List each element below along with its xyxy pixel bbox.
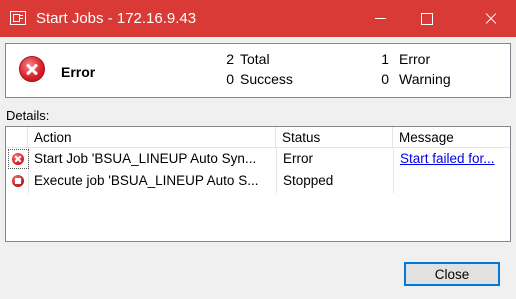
- success-label: Success: [240, 71, 293, 87]
- close-window-button[interactable]: [466, 0, 516, 37]
- window-title: Start Jobs - 172.16.9.43: [36, 10, 197, 27]
- warning-count: 0: [381, 71, 389, 87]
- close-button[interactable]: Close: [404, 262, 500, 286]
- total-count: 2: [226, 51, 234, 67]
- warning-label: Warning: [399, 71, 451, 87]
- error-label: Error: [399, 51, 431, 67]
- overall-status: Error: [61, 64, 96, 80]
- action-cell: Execute job 'BSUA_LINEUP Auto S...: [34, 173, 259, 188]
- start-jobs-dialog: Start Jobs - 172.16.9.43 Error 2 Total 0…: [0, 0, 516, 299]
- column-header-status[interactable]: Status: [276, 127, 393, 148]
- table-row[interactable]: Execute job 'BSUA_LINEUP Auto S... Stopp…: [6, 170, 510, 192]
- column-header-action[interactable]: Action: [28, 127, 276, 148]
- table-row[interactable]: Start Job 'BSUA_LINEUP Auto Syn... Error…: [6, 148, 510, 170]
- details-label: Details:: [6, 108, 50, 123]
- status-cell: Stopped: [283, 173, 334, 188]
- title-bar[interactable]: Start Jobs - 172.16.9.43: [0, 0, 516, 37]
- message-cell: [400, 170, 508, 192]
- message-link[interactable]: Start failed for...: [400, 151, 495, 166]
- stopped-icon: [12, 175, 24, 187]
- action-cell: Start Job 'BSUA_LINEUP Auto Syn...: [34, 151, 257, 166]
- total-label: Total: [240, 51, 270, 67]
- summary-panel: Error 2 Total 0 Success 1 Error 0 Warnin…: [5, 43, 511, 98]
- success-count: 0: [226, 71, 234, 87]
- maximize-button[interactable]: [404, 0, 450, 37]
- error-icon: [12, 153, 24, 165]
- error-icon: [19, 56, 45, 82]
- app-icon: [10, 11, 26, 25]
- list-header: Action Status Message: [6, 127, 510, 148]
- details-list[interactable]: Action Status Message Start Job 'BSUA_LI…: [5, 126, 511, 242]
- error-count: 1: [381, 51, 389, 67]
- column-header-message[interactable]: Message: [393, 127, 510, 148]
- minimize-button[interactable]: [358, 0, 404, 37]
- status-cell: Error: [283, 151, 313, 166]
- icon-column-header[interactable]: [6, 127, 28, 148]
